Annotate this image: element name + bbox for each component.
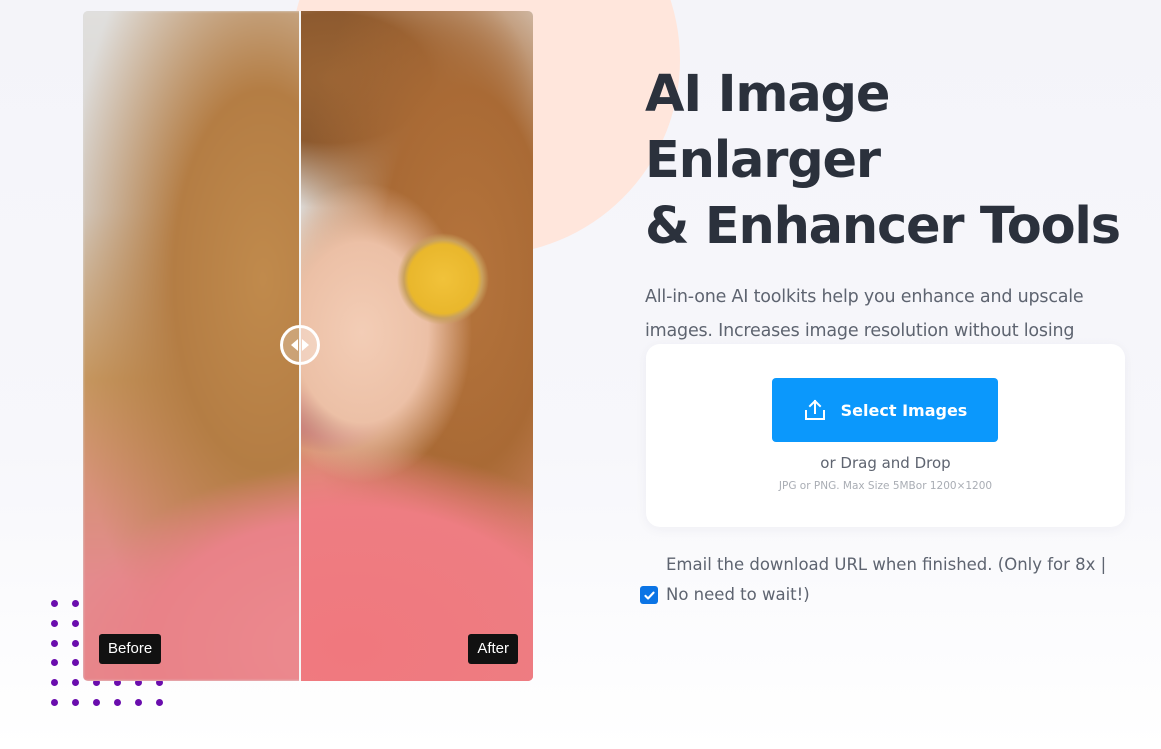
page-title-line-1: AI Image Enlarger xyxy=(645,65,890,190)
before-after-comparison[interactable]: Before After xyxy=(83,11,533,681)
comparison-slider-handle[interactable] xyxy=(280,325,320,365)
decorative-dot xyxy=(114,699,121,706)
decorative-dot xyxy=(51,699,58,706)
decorative-dot xyxy=(72,639,79,647)
decorative-dot xyxy=(156,699,163,706)
decorative-dot xyxy=(72,600,79,607)
decorative-dot xyxy=(72,699,79,706)
arrow-left-icon xyxy=(291,339,298,351)
upload-icon xyxy=(804,399,825,420)
decorative-dot xyxy=(72,679,79,687)
upload-dropzone[interactable]: Select Images or Drag and Drop JPG or PN… xyxy=(646,344,1125,527)
decorative-dot xyxy=(135,699,142,706)
decorative-dot xyxy=(51,600,58,607)
select-images-button[interactable]: Select Images xyxy=(772,378,998,442)
decorative-dot xyxy=(51,619,58,627)
email-url-checkbox[interactable] xyxy=(640,586,658,604)
drag-drop-text: or Drag and Drop xyxy=(820,454,951,472)
decorative-dot xyxy=(72,619,79,627)
select-images-label: Select Images xyxy=(840,400,968,420)
email-option-text-line-1: Email the download URL when finished. (O… xyxy=(666,555,1107,574)
before-label: Before xyxy=(99,634,162,664)
checkmark-icon xyxy=(643,591,655,600)
email-option-text-line-2: No need to wait!) xyxy=(666,585,810,604)
page-title: AI Image Enlarger & Enhancer Tools xyxy=(645,62,1135,260)
decorative-dot xyxy=(72,659,79,667)
decorative-dot xyxy=(51,659,58,667)
decorative-dot xyxy=(51,639,58,647)
decorative-dot xyxy=(51,679,58,687)
page-title-line-2: & Enhancer Tools xyxy=(645,197,1121,256)
after-label: After xyxy=(468,634,518,664)
arrow-right-icon xyxy=(302,339,309,351)
file-requirements-hint: JPG or PNG. Max Size 5MBor 1200×1200 xyxy=(778,480,993,492)
decorative-dot xyxy=(93,699,100,706)
email-option: Email the download URL when finished. (O… xyxy=(640,550,1120,610)
hero-section: AI Image Enlarger & Enhancer Tools All-i… xyxy=(645,62,1135,382)
